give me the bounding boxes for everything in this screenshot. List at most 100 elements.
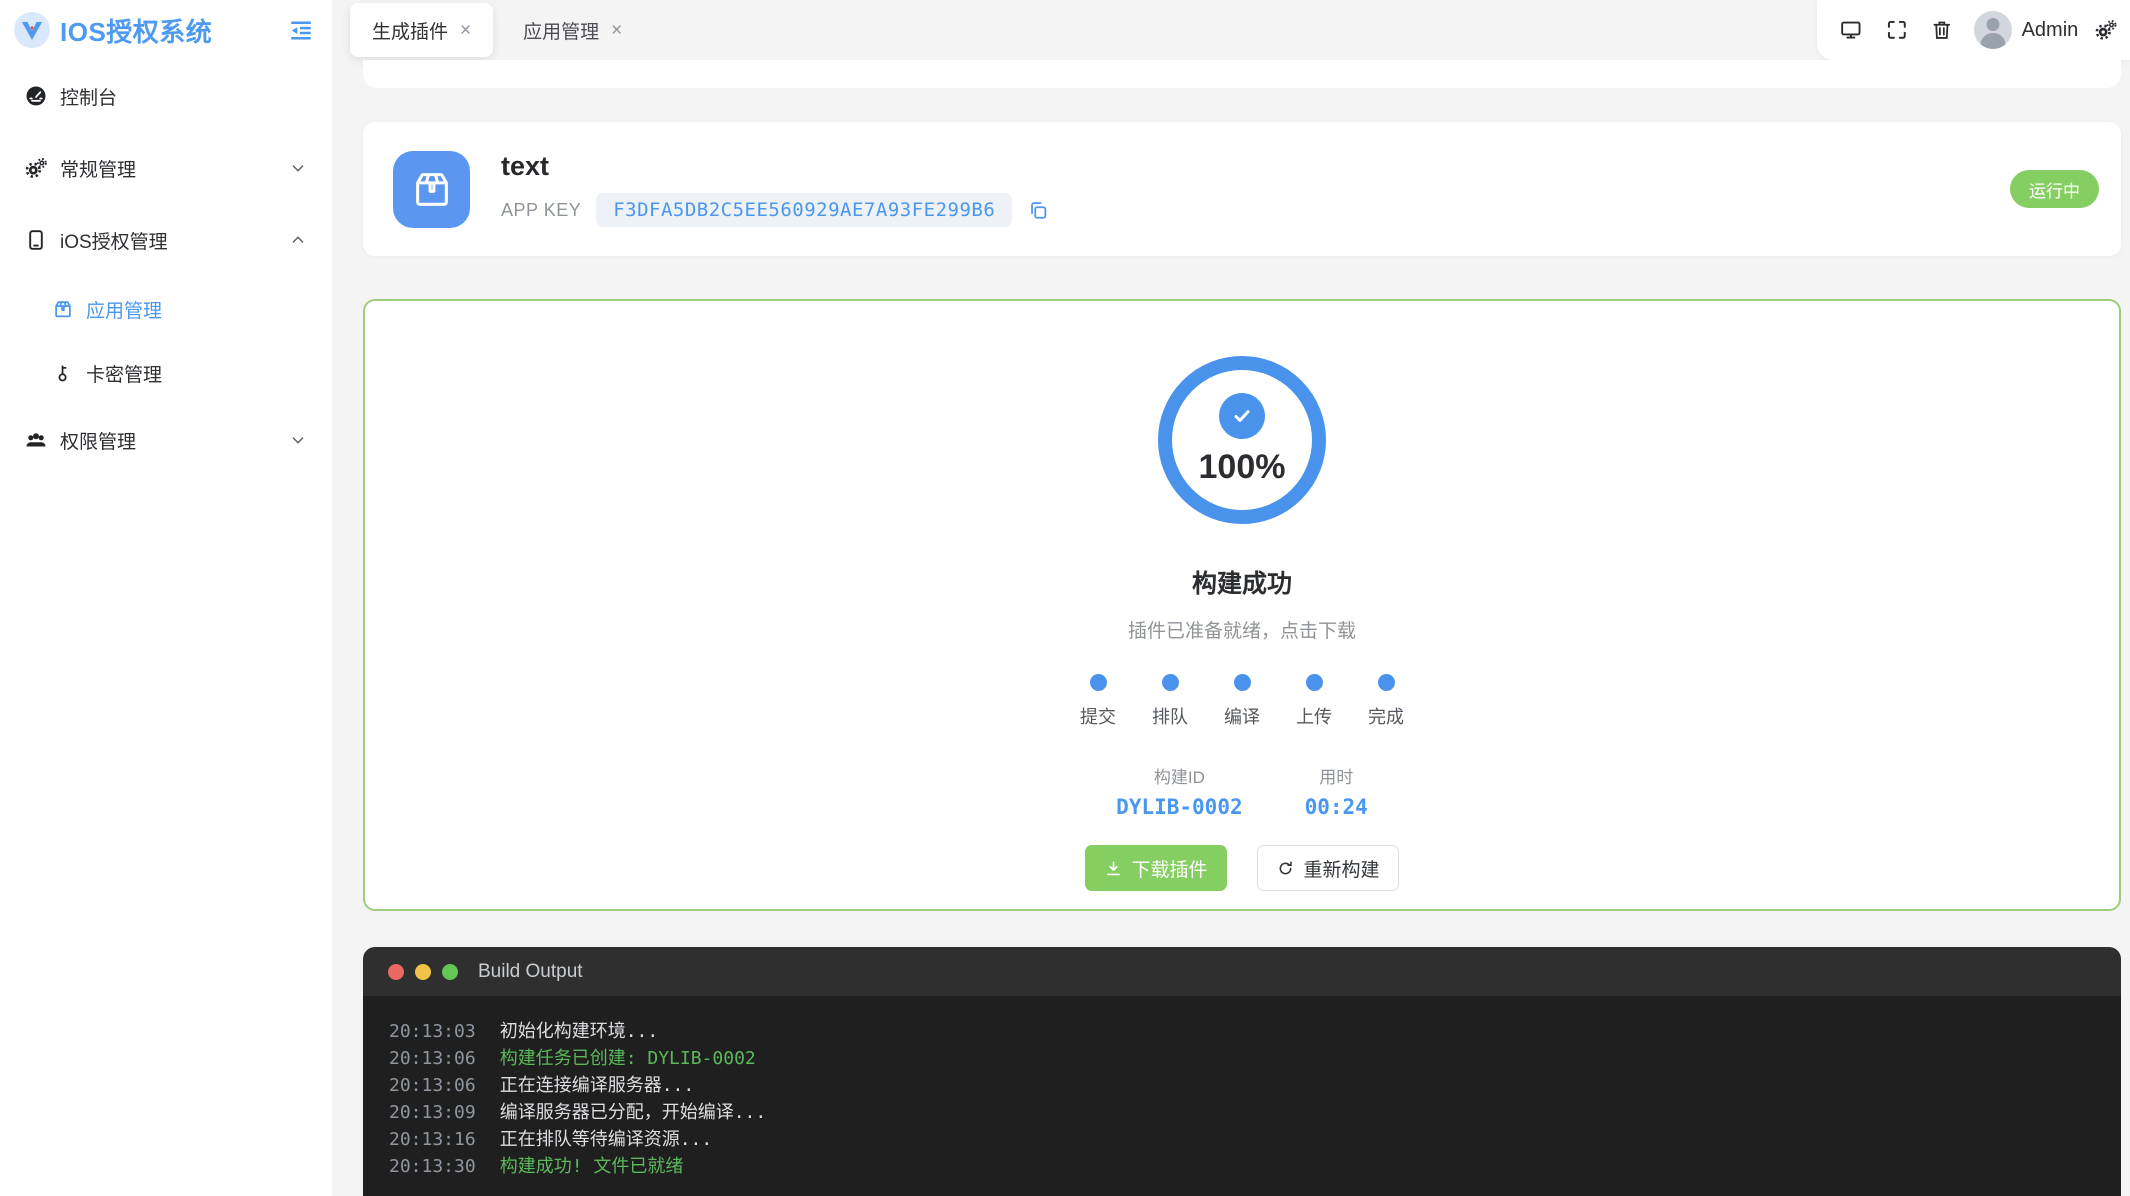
key-icon bbox=[52, 362, 74, 384]
main-area: 生成插件 × 应用管理 × Admin text APP KEY F3DFA5D… bbox=[332, 0, 2130, 1196]
topbar: 生成插件 × 应用管理 × Admin bbox=[332, 0, 2130, 60]
log-timestamp: 20:13:30 bbox=[389, 1156, 476, 1177]
build-step: 完成 bbox=[1368, 674, 1405, 729]
build-id-label: 构建ID bbox=[1153, 768, 1205, 787]
sidebar-item-label: 常规管理 bbox=[60, 159, 137, 181]
rebuild-label: 重新构建 bbox=[1303, 859, 1380, 881]
content: text APP KEY F3DFA5DB2C5EE560929AE7A93FE… bbox=[332, 60, 2130, 1196]
log-text: 初始化构建环境... bbox=[499, 1021, 659, 1042]
users-icon bbox=[24, 428, 48, 452]
build-step: 编译 bbox=[1224, 674, 1261, 729]
sidebar-item-permission-management[interactable]: 权限管理 bbox=[0, 412, 332, 468]
sidebar-item-label: 权限管理 bbox=[60, 431, 137, 453]
step-label: 排队 bbox=[1152, 707, 1188, 727]
terminal-title: Build Output bbox=[478, 960, 583, 982]
build-output-terminal: Build Output 20:13:03 初始化构建环境... 20:13:0… bbox=[363, 947, 2121, 1196]
sidebar-header: IOS授权系统 bbox=[0, 0, 332, 60]
build-step: 提交 bbox=[1080, 674, 1117, 729]
log-text: 构建成功! 文件已就绪 bbox=[499, 1156, 684, 1177]
download-plugin-button[interactable]: 下载插件 bbox=[1085, 845, 1227, 891]
download-icon bbox=[1107, 860, 1121, 875]
step-dot bbox=[1377, 674, 1395, 691]
sidebar-item-label: 控制台 bbox=[60, 87, 118, 109]
tab-generate-plugin[interactable]: 生成插件 × bbox=[350, 3, 494, 57]
app-info-card: text APP KEY F3DFA5DB2C5EE560929AE7A93FE… bbox=[363, 122, 2121, 256]
build-result-subtitle: 插件已准备就绪，点击下载 bbox=[1127, 621, 1356, 642]
sidebar-item-label: iOS授权管理 bbox=[60, 231, 168, 253]
step-label: 编译 bbox=[1224, 707, 1260, 727]
sidebar-item-dashboard[interactable]: 控制台 bbox=[0, 68, 332, 124]
sidebar-item-ios-auth-management[interactable]: iOS授权管理 bbox=[0, 212, 332, 268]
close-icon[interactable]: × bbox=[460, 21, 471, 40]
duration-block: 用时 00:24 bbox=[1305, 763, 1368, 819]
chevron-up-icon bbox=[290, 232, 306, 248]
duration-label: 用时 bbox=[1319, 768, 1354, 787]
traffic-lights bbox=[388, 963, 458, 980]
app-meta: text APP KEY F3DFA5DB2C5EE560929AE7A93FE… bbox=[501, 151, 1049, 227]
tab-label: 应用管理 bbox=[523, 21, 600, 43]
log-timestamp: 20:13:03 bbox=[389, 1021, 476, 1042]
chevron-down-icon bbox=[290, 160, 306, 176]
step-dot bbox=[1233, 674, 1251, 691]
dashboard-gauge-icon bbox=[24, 84, 48, 108]
scrolled-card-fragment bbox=[363, 60, 2121, 88]
app-name: text bbox=[501, 151, 550, 181]
user-avatar[interactable] bbox=[1974, 11, 2012, 49]
log-text: 正在连接编译服务器... bbox=[499, 1075, 695, 1096]
status-badge-running: 运行中 bbox=[2010, 170, 2099, 208]
appkey-label: APP KEY bbox=[501, 199, 582, 220]
step-label: 上传 bbox=[1296, 707, 1332, 727]
build-info: 构建ID DYLIB-0002 用时 00:24 bbox=[1116, 763, 1368, 819]
progress-percent: 100% bbox=[1198, 448, 1286, 486]
log-line: 20:13:09 编译服务器已分配，开始编译... bbox=[389, 1099, 2095, 1126]
app-logo-icon bbox=[14, 12, 50, 48]
close-icon[interactable]: × bbox=[611, 21, 622, 40]
sidebar: IOS授权系统 控制台 常规管理 iOS授权管理 应用管理 卡密管理 权限管理 bbox=[0, 0, 332, 1196]
log-timestamp: 20:13:16 bbox=[389, 1129, 476, 1150]
sidebar-item-card-key-management[interactable]: 卡密管理 bbox=[0, 348, 332, 398]
step-label: 提交 bbox=[1080, 707, 1116, 727]
fullscreen-icon[interactable] bbox=[1885, 18, 1909, 42]
traffic-red-icon bbox=[388, 963, 404, 980]
app-root: IOS授权系统 控制台 常规管理 iOS授权管理 应用管理 卡密管理 权限管理 … bbox=[0, 0, 2130, 1196]
tab-label: 生成插件 bbox=[372, 21, 449, 43]
sidebar-collapse-icon[interactable] bbox=[288, 17, 314, 43]
username: Admin bbox=[2021, 18, 2079, 41]
traffic-green-icon bbox=[442, 963, 458, 980]
log-timestamp: 20:13:06 bbox=[389, 1075, 476, 1096]
build-steps: 提交 排队 编译 上传 完成 bbox=[1080, 674, 1405, 729]
progress-ring: 100% bbox=[1158, 356, 1326, 524]
sidebar-item-app-management[interactable]: 应用管理 bbox=[0, 284, 332, 334]
check-circle-icon bbox=[1219, 393, 1265, 439]
traffic-yellow-icon bbox=[415, 963, 431, 980]
sidebar-item-general-management[interactable]: 常规管理 bbox=[0, 140, 332, 196]
rebuild-button[interactable]: 重新构建 bbox=[1257, 845, 1399, 891]
mobile-icon bbox=[24, 228, 48, 252]
refresh-icon bbox=[1280, 861, 1293, 874]
copy-icon[interactable] bbox=[1027, 199, 1049, 221]
terminal-header: Build Output bbox=[363, 947, 2121, 996]
log-timestamp: 20:13:09 bbox=[389, 1102, 476, 1123]
trash-icon[interactable] bbox=[1930, 18, 1954, 42]
log-text: 构建任务已创建: DYLIB-0002 bbox=[499, 1048, 756, 1069]
appkey-row: APP KEY F3DFA5DB2C5EE560929AE7A93FE299B6 bbox=[501, 193, 1049, 227]
sidebar-item-label: 应用管理 bbox=[86, 300, 163, 322]
log-line: 20:13:16 正在排队等待编译资源... bbox=[389, 1126, 2095, 1153]
log-line: 20:13:30 构建成功! 文件已就绪 bbox=[389, 1153, 2095, 1180]
build-id-value: DYLIB-0002 bbox=[1116, 795, 1243, 819]
app-package-icon bbox=[393, 150, 470, 228]
log-timestamp: 20:13:06 bbox=[389, 1048, 476, 1069]
duration-value: 00:24 bbox=[1304, 795, 1368, 819]
tab-app-management[interactable]: 应用管理 × bbox=[501, 3, 644, 57]
app-title: IOS授权系统 bbox=[60, 16, 213, 47]
progress-ring-circle bbox=[1158, 356, 1326, 524]
monitor-icon[interactable] bbox=[1839, 18, 1863, 42]
sidebar-item-label: 卡密管理 bbox=[86, 364, 163, 386]
package-icon bbox=[52, 298, 74, 320]
topbar-actions: Admin bbox=[1817, 0, 2130, 60]
build-step: 上传 bbox=[1296, 674, 1333, 729]
build-actions: 下载插件 重新构建 bbox=[1085, 845, 1399, 891]
log-line: 20:13:03 初始化构建环境... bbox=[389, 1018, 2095, 1045]
settings-gears-icon[interactable] bbox=[2094, 18, 2118, 42]
build-step: 排队 bbox=[1152, 674, 1189, 729]
